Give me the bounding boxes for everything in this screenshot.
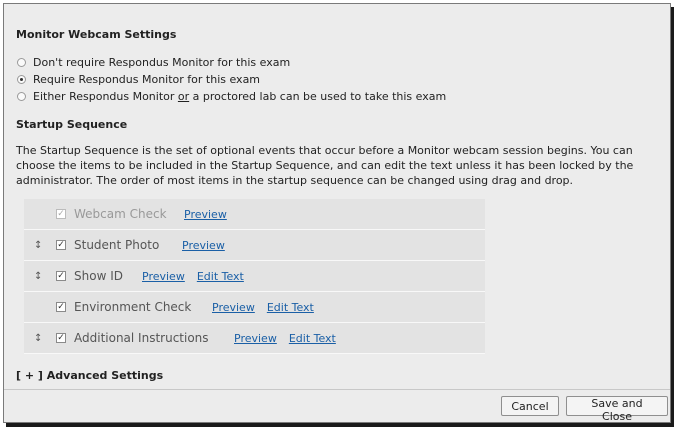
dialog-footer: Cancel Save and Close [4, 389, 670, 423]
preview-link[interactable]: Preview [142, 270, 185, 283]
item-label: Environment Check [74, 300, 192, 314]
radio-label: Don't require Respondus Monitor for this… [33, 56, 291, 69]
radio-monitor-or-lab[interactable]: Either Respondus Monitor or a proctored … [17, 90, 446, 103]
checkbox-checked[interactable]: ✓ [56, 271, 66, 281]
checkbox-checked-disabled: ✓ [56, 209, 66, 219]
radio-no-monitor[interactable]: Don't require Respondus Monitor for this… [17, 56, 290, 69]
drag-handle-icon[interactable]: ↕ [34, 271, 42, 282]
advanced-settings-toggle[interactable]: [ + ] Advanced Settings [16, 369, 163, 382]
radio-button[interactable] [17, 92, 26, 101]
item-label: Webcam Check [74, 207, 167, 221]
item-label: Show ID [74, 269, 123, 283]
drag-handle-icon[interactable]: ↕ [34, 240, 42, 251]
drag-handle-icon[interactable]: ↕ [34, 333, 42, 344]
radio-button[interactable] [17, 58, 26, 67]
dialog-content: Monitor Webcam Settings Don't require Re… [4, 4, 670, 388]
radio-button-selected[interactable] [17, 75, 26, 84]
radio-label: Require Respondus Monitor for this exam [33, 73, 261, 86]
preview-link[interactable]: Preview [212, 301, 255, 314]
list-item[interactable]: ↕ ✓ Additional Instructions Preview Edit… [24, 323, 485, 354]
radio-require-monitor[interactable]: Require Respondus Monitor for this exam [17, 73, 260, 86]
preview-link[interactable]: Preview [234, 332, 277, 345]
startup-sequence-list: ✓ Webcam Check Preview ↕ ✓ Student Photo… [24, 199, 485, 354]
preview-link[interactable]: Preview [184, 208, 227, 221]
radio-label-pre: Either Respondus Monitor [33, 90, 178, 103]
checkbox-checked[interactable]: ✓ [56, 333, 66, 343]
cancel-button[interactable]: Cancel [501, 396, 559, 416]
radio-label-post: a proctored lab can be used to take this… [189, 90, 447, 103]
monitor-settings-dialog: Monitor Webcam Settings Don't require Re… [3, 3, 671, 423]
monitor-webcam-settings-heading: Monitor Webcam Settings [16, 28, 177, 41]
item-label: Additional Instructions [74, 331, 209, 345]
checkbox-checked[interactable]: ✓ [56, 240, 66, 250]
list-item[interactable]: ↕ ✓ Show ID Preview Edit Text [24, 261, 485, 292]
list-item: ✓ Environment Check Preview Edit Text [24, 292, 485, 323]
edit-text-link[interactable]: Edit Text [267, 301, 314, 314]
checkbox-checked[interactable]: ✓ [56, 302, 66, 312]
edit-text-link[interactable]: Edit Text [197, 270, 244, 283]
edit-text-link[interactable]: Edit Text [289, 332, 336, 345]
list-item: ✓ Webcam Check Preview [24, 199, 485, 230]
save-and-close-button[interactable]: Save and Close [566, 396, 668, 423]
radio-label-or: or [177, 90, 190, 103]
preview-link[interactable]: Preview [182, 239, 225, 252]
startup-sequence-description: The Startup Sequence is the set of optio… [16, 144, 634, 187]
startup-sequence-heading: Startup Sequence [16, 118, 128, 131]
item-label: Student Photo [74, 238, 160, 252]
list-item[interactable]: ↕ ✓ Student Photo Preview [24, 230, 485, 261]
